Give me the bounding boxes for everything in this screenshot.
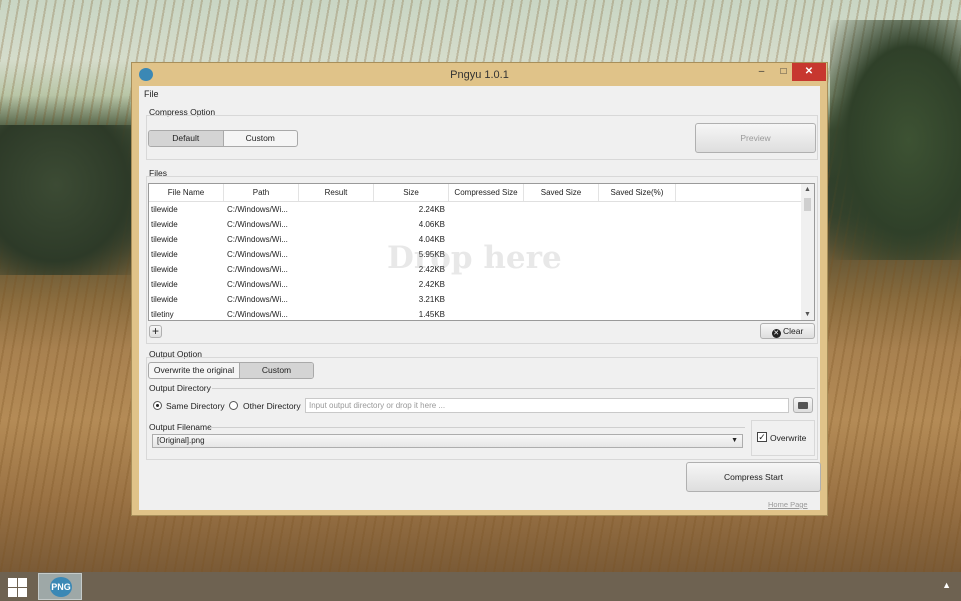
title-bar[interactable]: Pngyu 1.0.1 – □ ✕	[132, 63, 827, 86]
compress-option-toggle: Default Custom	[148, 130, 298, 147]
output-directory-divider	[212, 388, 815, 389]
same-directory-radio[interactable]	[153, 401, 162, 410]
other-directory-label[interactable]: Other Directory	[243, 401, 301, 411]
cell-file-name: tilewide	[151, 265, 178, 274]
files-table[interactable]: File Name Path Result Size Compressed Si…	[148, 183, 815, 321]
maximize-button[interactable]: □	[775, 63, 792, 81]
compress-start-button[interactable]: Compress Start	[686, 462, 821, 492]
cell-file-name: tilewide	[151, 220, 178, 229]
other-directory-radio[interactable]	[229, 401, 238, 410]
pngyu-logo-icon: PNG	[50, 577, 72, 597]
cell-result	[299, 232, 374, 247]
cell-result	[299, 277, 374, 292]
cell-result	[299, 262, 374, 277]
column-header-result[interactable]: Result	[299, 184, 374, 201]
cell-result	[299, 292, 374, 307]
cell-size: 2.42KB	[418, 280, 445, 289]
cell-file-name: tilewide	[151, 250, 178, 259]
cell-path: C:/Windows/Wi...	[227, 235, 288, 244]
files-table-header: File Name Path Result Size Compressed Si…	[149, 184, 801, 202]
cell-result	[299, 307, 374, 320]
output-directory-label: Output Directory	[149, 383, 211, 393]
clear-icon: ✕	[771, 329, 781, 338]
overwrite-original-option[interactable]: Overwrite the original	[149, 363, 239, 378]
browse-folder-button[interactable]	[793, 397, 813, 413]
drop-here-watermark: Drop here	[387, 240, 562, 276]
same-directory-label[interactable]: Same Directory	[166, 401, 225, 411]
table-row[interactable]: tilewide C:/Windows/Wi... 4.06KB	[149, 217, 801, 232]
home-page-link[interactable]: Home Page	[768, 500, 808, 509]
output-filename-value: [Original].png	[157, 436, 205, 445]
column-header-saved-size-percent[interactable]: Saved Size(%)	[599, 184, 676, 201]
taskbar: PNG ▲	[0, 572, 961, 601]
output-filename-divider	[210, 427, 745, 428]
cell-size: 3.21KB	[418, 295, 445, 304]
cell-path: C:/Windows/Wi...	[227, 250, 288, 259]
menu-bar: File	[139, 86, 820, 101]
overwrite-checkbox[interactable]: ✓	[757, 432, 767, 442]
scrollbar-thumb[interactable]	[804, 198, 811, 211]
cell-result	[299, 202, 374, 217]
cell-path: C:/Windows/Wi...	[227, 295, 288, 304]
compress-default-option[interactable]: Default	[149, 131, 223, 146]
column-header-path[interactable]: Path	[224, 184, 299, 201]
taskbar-pngyu-button[interactable]: PNG	[38, 573, 82, 600]
cell-path: C:/Windows/Wi...	[227, 205, 288, 214]
cell-path: C:/Windows/Wi...	[227, 310, 288, 319]
output-directory-input[interactable]: Input output directory or drop it here .…	[305, 398, 789, 413]
preview-button[interactable]: Preview	[695, 123, 816, 153]
scroll-up-icon[interactable]: ▲	[801, 186, 814, 193]
clear-label: Clear	[783, 326, 804, 336]
output-filename-label: Output Filename	[149, 422, 212, 432]
close-button[interactable]: ✕	[792, 63, 826, 81]
table-row[interactable]: tilewide C:/Windows/Wi... 2.24KB	[149, 202, 801, 217]
cell-result	[299, 247, 374, 262]
cell-path: C:/Windows/Wi...	[227, 265, 288, 274]
column-header-file-name[interactable]: File Name	[149, 184, 224, 201]
overwrite-label[interactable]: Overwrite	[770, 433, 806, 443]
add-file-button[interactable]: +	[149, 325, 162, 338]
cell-result	[299, 217, 374, 232]
menu-file[interactable]: File	[144, 89, 159, 99]
minimize-button[interactable]: –	[748, 63, 775, 81]
column-header-compressed-size[interactable]: Compressed Size	[449, 184, 524, 201]
table-row[interactable]: tilewide C:/Windows/Wi... 2.42KB	[149, 277, 801, 292]
windows-start-icon[interactable]	[6, 577, 28, 597]
cell-file-name: tilewide	[151, 205, 178, 214]
folder-icon	[798, 402, 808, 409]
tray-up-arrow-icon[interactable]: ▲	[942, 580, 951, 590]
window-title: Pngyu 1.0.1	[450, 69, 509, 81]
pngyu-window: Pngyu 1.0.1 – □ ✕ File Compress Option D…	[131, 62, 828, 516]
wallpaper-trees-left	[0, 125, 140, 275]
window-client-area: File Compress Option Default Custom Prev…	[139, 86, 821, 510]
table-row[interactable]: tilewide C:/Windows/Wi... 3.21KB	[149, 292, 801, 307]
cell-file-name: tilewide	[151, 235, 178, 244]
table-row[interactable]: tiletiny C:/Windows/Wi... 1.45KB	[149, 307, 801, 320]
output-filename-select[interactable]: [Original].png ▼	[152, 434, 743, 448]
compress-custom-option[interactable]: Custom	[222, 131, 298, 146]
cell-size: 1.45KB	[418, 310, 445, 319]
output-option-toggle: Overwrite the original Custom	[148, 362, 314, 379]
cell-file-name: tilewide	[151, 295, 178, 304]
cell-size: 2.24KB	[418, 205, 445, 214]
plus-icon: +	[151, 324, 159, 338]
cell-path: C:/Windows/Wi...	[227, 280, 288, 289]
cell-file-name: tiletiny	[151, 310, 174, 319]
files-scrollbar[interactable]: ▲ ▼	[801, 184, 814, 320]
cell-path: C:/Windows/Wi...	[227, 220, 288, 229]
output-custom-option[interactable]: Custom	[239, 363, 313, 378]
clear-button[interactable]: ✕ Clear	[760, 323, 815, 339]
cell-size: 4.06KB	[418, 220, 445, 229]
column-header-size[interactable]: Size	[374, 184, 449, 201]
wallpaper-trees-right	[830, 20, 961, 260]
chevron-down-icon: ▼	[731, 437, 738, 444]
column-header-saved-size[interactable]: Saved Size	[524, 184, 599, 201]
cell-file-name: tilewide	[151, 280, 178, 289]
scroll-down-icon[interactable]: ▼	[801, 311, 814, 318]
